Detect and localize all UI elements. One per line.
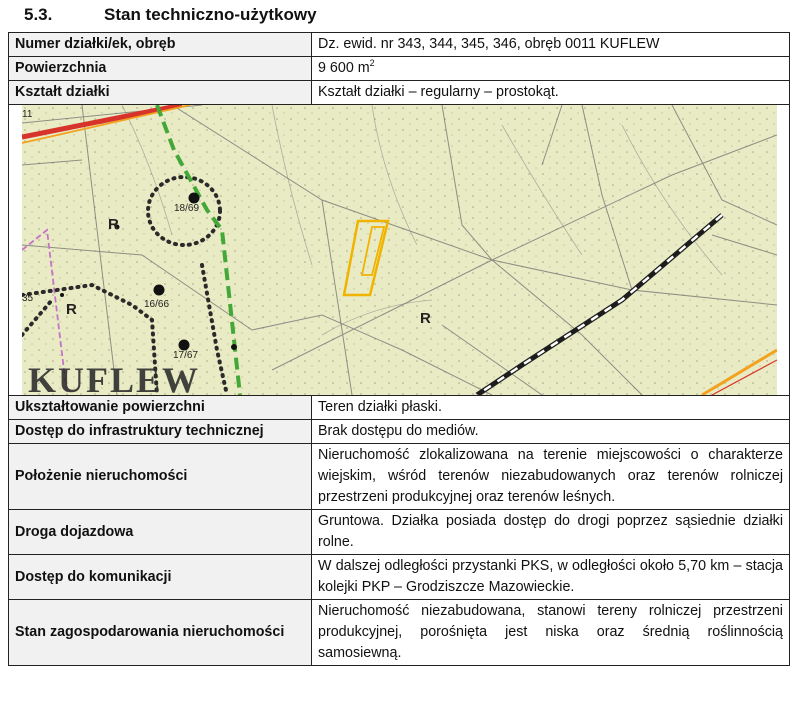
value-shape: Kształt działki – regularny – prostokąt. [311,80,790,105]
row-development: Stan zagospodarowania nieruchomości Nier… [8,599,790,666]
row-infrastructure: Dostęp do infrastruktury technicznej Bra… [8,419,790,444]
land-class-label-2: R [66,301,77,318]
value-location: Nieruchomość zlokalizowana na terenie mi… [311,443,790,510]
label-parcel-number: Numer działki/ek, obręb [8,32,312,57]
label-access-road: Droga dojazdowa [8,509,312,555]
parcel-label-16-66: 16/66 [144,299,169,310]
value-surface: Teren działki płaski. [311,395,790,420]
value-parcel-number: Dz. ewid. nr 343, 344, 345, 346, obręb 0… [311,32,790,57]
row-shape: Kształt działki Kształt działki – regula… [8,80,790,105]
value-access-road: Gruntowa. Działka posiada dostęp do drog… [311,509,790,555]
label-location: Położenie nieruchomości [8,443,312,510]
label-infrastructure: Dostęp do infrastruktury technicznej [8,419,312,444]
section-number: 5.3. [24,5,53,24]
label-transport: Dostęp do komunikacji [8,554,312,600]
value-transport: W dalszej odległości przystanki PKS, w o… [311,554,790,600]
property-table: Numer działki/ek, obręb Dz. ewid. nr 343… [8,32,790,666]
label-development: Stan zagospodarowania nieruchomości [8,599,312,666]
value-development: Nieruchomość niezabudowana, stanowi tere… [311,599,790,666]
value-area: 9 600 m [318,60,370,76]
row-map: R R R 18/69 16/66 17/67 35 11 KUFLEW [8,104,790,396]
row-surface: Ukształtowanie powierzchni Teren działki… [8,395,790,420]
row-parcel-number: Numer działki/ek, obręb Dz. ewid. nr 343… [8,32,790,57]
land-class-label-3: R [420,310,431,327]
parcel-label-18-69: 18/69 [174,203,199,214]
label-shape: Kształt działki [8,80,312,105]
row-area: Powierzchnia 9 600 m2 [8,56,790,81]
row-access-road: Droga dojazdowa Gruntowa. Działka posiad… [8,509,790,555]
label-area: Powierzchnia [8,56,312,81]
value-infrastructure: Brak dostępu do mediów. [311,419,790,444]
section-heading: 5.3. Stan techniczno-użytkowy [24,0,317,30]
map-svg: R R R 18/69 16/66 17/67 35 11 KUFLEW [21,105,777,395]
land-class-label-1: R [108,216,119,233]
value-area-cell: 9 600 m2 [311,56,790,81]
row-transport: Dostęp do komunikacji W dalszej odległoś… [8,554,790,600]
label-surface: Ukształtowanie powierzchni [8,395,312,420]
town-label: KUFLEW [28,360,200,395]
row-location: Położenie nieruchomości Nieruchomość zlo… [8,443,790,510]
parcel-label-11: 11 [22,109,33,120]
value-area-unit-superscript: 2 [369,58,375,69]
section-title: Stan techniczno-użytkowy [104,5,317,24]
parcel-label-35: 35 [22,293,34,304]
map-cell: R R R 18/69 16/66 17/67 35 11 KUFLEW [8,104,790,396]
cadastral-map: R R R 18/69 16/66 17/67 35 11 KUFLEW [21,105,777,395]
